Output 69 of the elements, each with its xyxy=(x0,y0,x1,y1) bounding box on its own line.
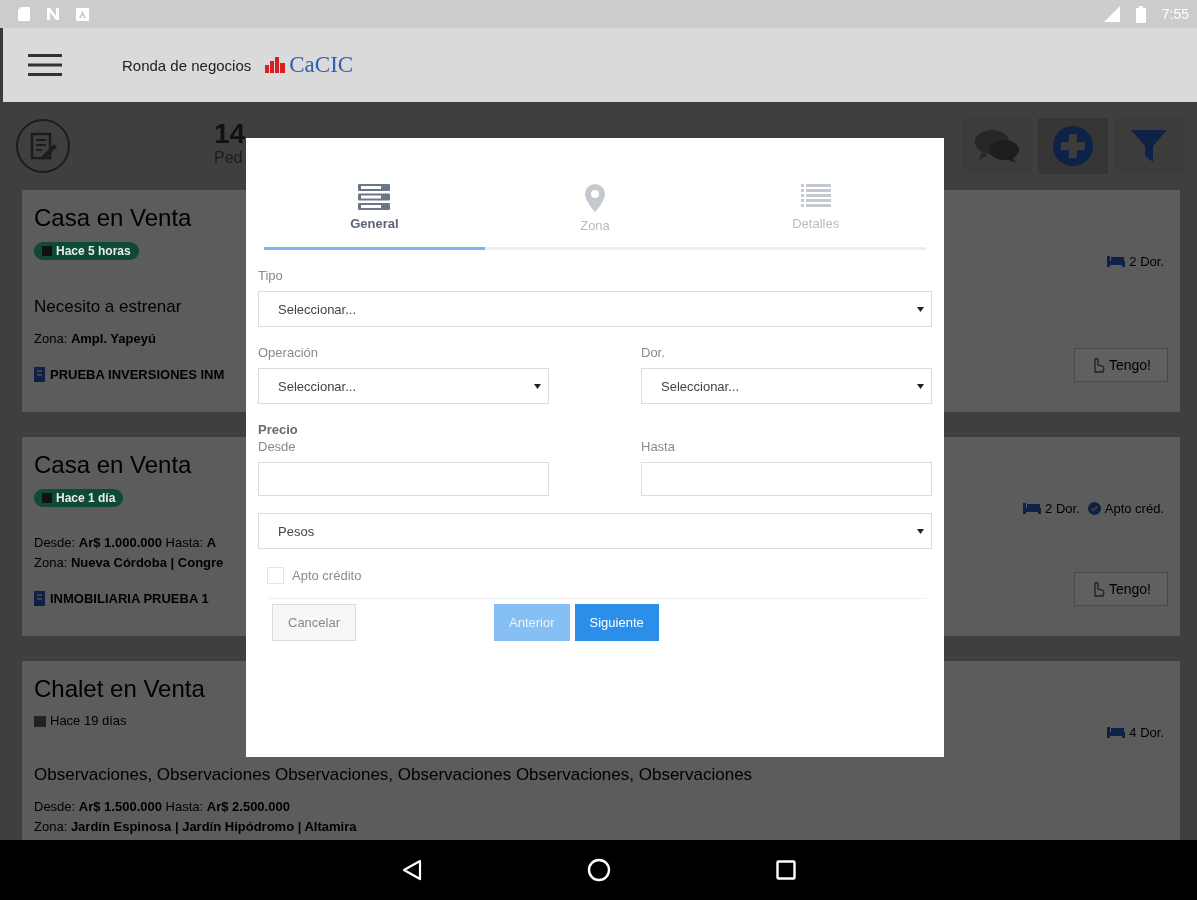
feature-text: 2 Dor. xyxy=(1045,501,1080,516)
detail-line: Zona: Jardín Espinosa | Jardín Hipódromo | Altamira xyxy=(34,818,357,836)
agency-name: PRUEBA INVERSIONES INM xyxy=(50,367,225,382)
cancel-button[interactable]: Cancelar xyxy=(272,604,357,641)
checkbox-label: Apto crédito xyxy=(292,568,362,583)
logo-bars-icon xyxy=(265,57,286,73)
hasta-field[interactable] xyxy=(641,462,932,496)
time-badge: Hace 5 horas xyxy=(34,242,139,260)
check-circle-icon xyxy=(1087,502,1101,515)
chat-icon xyxy=(974,128,1020,164)
tab[interactable]: Detalles xyxy=(705,178,926,247)
map-pin-icon xyxy=(585,184,605,212)
tengo-button[interactable]: Tengo! xyxy=(1073,348,1168,382)
tengo-button[interactable]: Tengo! xyxy=(1073,572,1168,606)
listing-title: Casa en Venta xyxy=(34,451,192,479)
tab[interactable]: General xyxy=(264,178,485,247)
caret-icon xyxy=(534,383,541,389)
edit-document-icon xyxy=(15,118,71,174)
detail-line: Desde: Ar$ 1.000.000 Hasta: A xyxy=(34,534,217,552)
desde-field[interactable] xyxy=(258,462,549,496)
filter-icon xyxy=(1131,128,1167,164)
step-button[interactable]: Siguiente xyxy=(574,604,659,641)
list-icon xyxy=(800,184,831,210)
checkbox[interactable] xyxy=(267,567,284,584)
tipo-dropdown[interactable]: Seleccionar... xyxy=(258,291,932,327)
home-icon[interactable] xyxy=(586,858,611,882)
caret-icon xyxy=(917,528,924,534)
listing-description: Observaciones, Observaciones Observaciones, Observaciones Observaciones, Observaciones xyxy=(34,765,753,785)
caret-icon xyxy=(917,306,924,312)
feature-text: 4 Dor. xyxy=(1129,725,1164,740)
add-icon xyxy=(1053,126,1093,166)
caret-icon xyxy=(917,383,924,389)
sd-card-icon xyxy=(18,7,30,21)
operacion-dropdown[interactable]: Seleccionar... xyxy=(258,368,549,404)
bed-icon xyxy=(1107,727,1126,738)
agency-name: INMOBILIARIA PRUEBA 1 xyxy=(50,591,209,606)
notification-icon xyxy=(46,7,60,21)
listing-title: Casa en Venta xyxy=(34,204,192,232)
app-title: Ronda de negocios xyxy=(122,56,252,74)
listing-description: Necesito a estrenar xyxy=(34,297,182,317)
field-label: Desde xyxy=(258,439,297,454)
tab[interactable]: Zona xyxy=(484,178,706,247)
detail-line: Desde: Ar$ 1.500.000 Hasta: Ar$ 2.500.000 xyxy=(34,798,290,816)
building-icon xyxy=(34,367,45,382)
add-button[interactable] xyxy=(1038,118,1108,174)
section-title: Precio xyxy=(258,422,298,437)
back-icon[interactable] xyxy=(401,859,422,881)
time-text: Hace 19 días xyxy=(50,713,127,728)
field-label: Tipo xyxy=(258,268,283,283)
bed-icon xyxy=(1023,503,1042,514)
recents-icon[interactable] xyxy=(775,860,796,880)
detail-line: Zona: Ampl. Yapeyú xyxy=(34,330,156,348)
listing-title: Chalet en Venta xyxy=(34,675,205,703)
building-icon xyxy=(34,591,45,606)
field-label: Hasta xyxy=(641,439,676,454)
time-badge: Hace 1 día xyxy=(34,489,124,507)
field-label: Operación xyxy=(258,345,319,360)
logo-text: CaCIC xyxy=(289,52,354,78)
detail-line: Zona: Nueva Córdoba | Congre xyxy=(34,554,224,572)
dormitorios-dropdown[interactable]: Seleccionar... xyxy=(641,368,932,404)
feature-text: 2 Dor. xyxy=(1129,254,1164,269)
server-icon xyxy=(358,184,391,210)
menu-icon[interactable] xyxy=(28,53,62,77)
battery-icon xyxy=(1135,5,1146,23)
bed-icon xyxy=(1107,256,1126,267)
field-label: Dor. xyxy=(641,345,666,360)
currency-dropdown[interactable]: Pesos xyxy=(258,513,932,549)
feature-text: Apto créd. xyxy=(1104,501,1164,516)
app-icon xyxy=(76,7,89,21)
